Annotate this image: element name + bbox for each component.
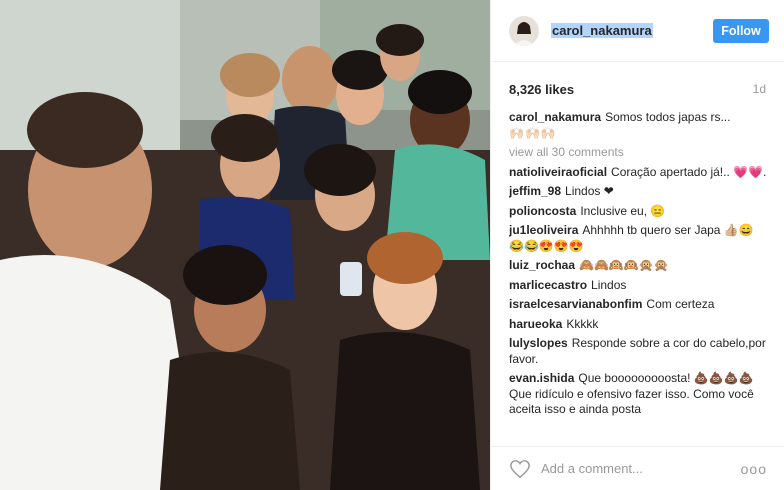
comment-text: Com certeza: [646, 297, 715, 311]
comment-username[interactable]: harueoka: [509, 317, 562, 331]
comment-username[interactable]: luiz_rochaa: [509, 258, 575, 272]
follow-button[interactable]: Follow: [713, 19, 769, 43]
caption: carol_nakamura Somos todos japas rs... 🙌🏻…: [509, 110, 768, 141]
comment-text: Kkkkk: [566, 316, 599, 331]
comment: marlicecastro Lindos: [509, 278, 768, 294]
comment-username[interactable]: evan.ishida: [509, 371, 574, 385]
comments-list: carol_nakamura Somos todos japas rs... 🙌🏻…: [509, 110, 768, 436]
comment-text: 🙈🙈🙉🙉🙊🙊: [579, 258, 669, 272]
add-comment-input[interactable]: Add a comment...: [541, 461, 741, 476]
avatar-image: [509, 15, 539, 46]
comment: harueoka Kkkkk: [509, 317, 768, 333]
comment: lulyslopes Responde sobre a cor do cabelo…: [509, 336, 768, 367]
caption-username[interactable]: carol_nakamura: [509, 110, 601, 124]
comment: polioncosta Inclusive eu, 😑: [509, 204, 768, 220]
comment: luiz_rochaa 🙈🙈🙉🙉🙊🙊: [509, 258, 768, 274]
post-sidebar: carol_nakamura Follow 8,326 likes 1d car…: [490, 0, 784, 490]
comment-username[interactable]: lulyslopes: [509, 336, 568, 350]
comment: natioliveiraoficial Coração apertado já!.…: [509, 165, 768, 181]
comment-username[interactable]: polioncosta: [509, 204, 576, 218]
comment-text: Lindos ❤: [565, 184, 614, 198]
comment-text: Lindos: [591, 277, 627, 292]
likes-row: 8,326 likes 1d: [509, 80, 766, 98]
comment-username[interactable]: israelcesarvianabonfim: [509, 297, 642, 311]
comment: jeffim_98 Lindos ❤: [509, 184, 768, 200]
instagram-post: carol_nakamura Follow 8,326 likes 1d car…: [0, 0, 784, 490]
more-options-icon[interactable]: ooo: [741, 461, 767, 477]
caption-text: Somos todos japas rs...: [605, 110, 731, 124]
comment-username[interactable]: marlicecastro: [509, 278, 587, 292]
comment-username[interactable]: jeffim_98: [509, 184, 561, 198]
comment: israelcesarvianabonfim Com certeza: [509, 297, 768, 313]
comment-text: Inclusive eu, 😑: [580, 203, 666, 218]
comment: ju1leoliveira Ahhhhh tb quero ser Japa 👍🏼…: [509, 223, 768, 254]
post-time[interactable]: 1d: [753, 82, 766, 96]
avatar[interactable]: [509, 15, 539, 46]
caption-emoji: 🙌🏻🙌🏻🙌🏻: [509, 125, 557, 140]
comment-text: Coração apertado já!.. 💗💗.: [611, 164, 767, 179]
comment-bar: Add a comment... ooo: [491, 446, 784, 490]
likes-count[interactable]: 8,326 likes: [509, 82, 574, 97]
post-username[interactable]: carol_nakamura: [551, 23, 653, 38]
view-all-comments-link[interactable]: view all 30 comments: [509, 145, 768, 161]
post-header: carol_nakamura Follow: [491, 0, 784, 62]
post-photo[interactable]: [0, 0, 490, 490]
comment-username[interactable]: ju1leoliveira: [509, 223, 578, 237]
group-selfie-illustration: [0, 0, 490, 490]
heart-icon[interactable]: [509, 459, 531, 479]
comment-username[interactable]: natioliveiraoficial: [509, 165, 607, 179]
comment: evan.ishida Que booooooooosta! 💩💩💩💩Que ri…: [509, 371, 768, 418]
